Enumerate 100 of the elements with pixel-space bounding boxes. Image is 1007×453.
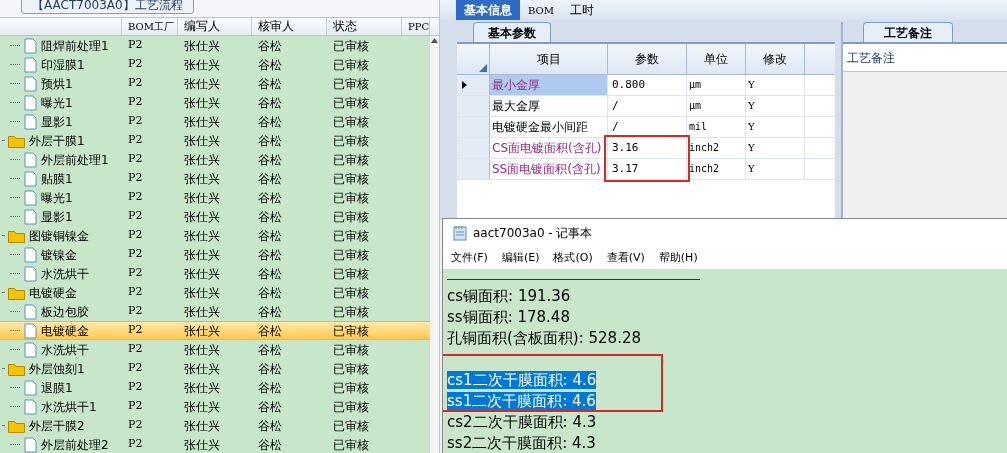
table-cell-text: 3.16: [611, 141, 639, 154]
tree-row[interactable]: 电镀硬金 P2 张仕兴 谷松 已审核: [0, 283, 430, 302]
tab[interactable]: 基本信息: [456, 0, 520, 20]
table-cell-text: 已审核: [332, 56, 370, 74]
tree-row[interactable]: 水洗烘干1 P2 张仕兴 谷松 已审核: [0, 397, 430, 416]
tree-row[interactable]: 贴膜1 P2 张仕兴 谷松 已审核: [0, 169, 430, 188]
node-label: 板边包胶: [41, 303, 89, 321]
tab[interactable]: BOM: [520, 0, 562, 20]
column-header[interactable]: 参数: [608, 44, 687, 74]
table-cell: Y: [746, 75, 805, 95]
scroll-up-icon[interactable]: [431, 38, 438, 43]
table-cell-text: /: [611, 120, 619, 133]
node-label: 显影1: [41, 113, 73, 131]
panel-tab[interactable]: 基本参数: [473, 22, 551, 42]
tree-row[interactable]: 显影1 P2 张仕兴 谷松 已审核: [0, 207, 430, 226]
node-label: 水洗烘干: [41, 265, 89, 283]
table-cell-text: 张仕兴: [183, 208, 221, 226]
tree-row[interactable]: 水洗烘干 P2 张仕兴 谷松 已审核: [0, 340, 430, 359]
table-cell-text: 张仕兴: [183, 113, 221, 131]
node-label: 水洗烘干: [41, 341, 89, 359]
table-cell-text: 张仕兴: [183, 37, 221, 55]
table-cell-text: 张仕兴: [183, 265, 221, 283]
table-cell-text: P2: [127, 265, 144, 282]
notes-area[interactable]: [843, 72, 1007, 220]
table-cell-text: P2: [127, 303, 144, 320]
table-cell: 最大金厚: [490, 96, 608, 116]
column-header[interactable]: 核审人: [252, 18, 327, 35]
table-cell-text: 谷松: [257, 265, 283, 283]
table-cell-text: 张仕兴: [183, 132, 221, 150]
node-label: 电镀硬金: [29, 284, 77, 302]
tree-row[interactable]: 外层干膜2 P2 张仕兴 谷松 已审核: [0, 416, 430, 435]
table-cell-text: P2: [127, 284, 144, 301]
tree-row[interactable]: 退膜1 P2 张仕兴 谷松 已审核: [0, 378, 430, 397]
table-cell-text: 谷松: [257, 75, 283, 93]
table-cell-text: 谷松: [257, 398, 283, 416]
row-header[interactable]: [457, 75, 490, 95]
text-line: cs铜面积: 191.36: [447, 287, 571, 305]
tree-row[interactable]: 预烘1 P2 张仕兴 谷松 已审核: [0, 74, 430, 93]
tree-row[interactable]: 显影1 P2 张仕兴 谷松 已审核: [0, 112, 430, 131]
column-header[interactable]: 单位: [687, 44, 746, 74]
table-cell-text: 谷松: [257, 417, 283, 435]
table-cell-text: 已审核: [332, 265, 370, 283]
table-cell: CS面电镀面积(含孔): [490, 138, 608, 158]
column-header[interactable]: 状态: [327, 18, 402, 35]
table-cell-text: P2: [127, 94, 144, 111]
menu-item[interactable]: 帮助(H): [658, 249, 698, 267]
notes-label: 工艺备注: [846, 51, 895, 65]
panel-tab[interactable]: 工艺备注: [863, 22, 953, 42]
table-cell-text: 谷松: [257, 284, 283, 302]
table-cell-text: P2: [127, 37, 144, 54]
tree-row[interactable]: 镀镍金 P2 张仕兴 谷松 已审核: [0, 245, 430, 264]
node-label: 预烘1: [41, 75, 73, 93]
table-cell-text: 3.17: [611, 162, 639, 175]
file-icon: [24, 246, 37, 263]
text-line: ss铜面积: 178.48: [447, 308, 570, 326]
menu-item[interactable]: 查看(V): [606, 249, 645, 267]
table-cell-text: 谷松: [257, 151, 283, 169]
column-header[interactable]: 编写人: [178, 18, 252, 35]
table-cell-text: P2: [127, 360, 144, 377]
tree-row[interactable]: 印湿膜1 P2 张仕兴 谷松 已审核: [0, 55, 430, 74]
file-icon: [24, 436, 37, 453]
table-cell-text: 张仕兴: [183, 151, 221, 169]
menu-item[interactable]: 文件(F): [451, 249, 488, 267]
text-line: 孔铜面积(含板面积): 528.28: [447, 329, 641, 347]
tab[interactable]: 工时: [562, 0, 602, 20]
tree-row[interactable]: 曝光1 P2 张仕兴 谷松 已审核: [0, 93, 430, 112]
node-label: 外层干膜2: [29, 417, 85, 435]
table-cell-text: P2: [127, 189, 144, 206]
column-header[interactable]: PPC: [402, 18, 430, 35]
column-header[interactable]: BOM工厂: [122, 18, 178, 35]
column-header[interactable]: 修改: [746, 44, 805, 74]
tree-row[interactable]: 外层前处理1 P2 张仕兴 谷松 已审核: [0, 150, 430, 169]
menu-item[interactable]: 编辑(E): [501, 249, 540, 267]
tree-row[interactable]: 曝光1 P2 张仕兴 谷松 已审核: [0, 188, 430, 207]
text-line: ss2二次干膜面积: 4.3: [447, 434, 596, 452]
table-cell-text: 已审核: [332, 132, 370, 150]
tree-row[interactable]: 外层蚀刻1 P2 张仕兴 谷松 已审核: [0, 359, 430, 378]
table-cell: μm: [687, 96, 746, 116]
tree-row[interactable]: 图镀铜镍金 P2 张仕兴 谷松 已审核: [0, 226, 430, 245]
current-row-icon: [462, 81, 467, 89]
file-icon: [24, 398, 37, 415]
table-cell-text: 已审核: [332, 227, 370, 245]
table-cell-text: 已审核: [332, 94, 370, 112]
tree-row[interactable]: 外层前处理2 P2 张仕兴 谷松 已审核: [0, 435, 430, 453]
tree-row[interactable]: 水洗烘干 P2 张仕兴 谷松 已审核: [0, 264, 430, 283]
file-icon: [24, 94, 37, 111]
table-cell: Y: [746, 96, 805, 116]
tree-row[interactable]: 外层干膜1 P2 张仕兴 谷松 已审核: [0, 131, 430, 150]
corner-icon: [479, 64, 487, 72]
tree-row[interactable]: 板边包胶 P2 张仕兴 谷松 已审核: [0, 302, 430, 321]
table-cell-text: 谷松: [257, 170, 283, 188]
table-cell-text: P2: [127, 170, 144, 187]
column-header[interactable]: 项目: [490, 44, 608, 74]
tree-row[interactable]: 阻焊前处理1 P2 张仕兴 谷松 已审核: [0, 36, 430, 55]
menu-item[interactable]: 格式(O): [553, 249, 593, 267]
table-cell-text: 张仕兴: [183, 360, 221, 378]
table-cell-text: 谷松: [257, 189, 283, 207]
folder-icon: [8, 285, 25, 300]
tree-row[interactable]: 电镀硬金 P2 张仕兴 谷松 已审核: [0, 321, 430, 340]
node-label: 电镀硬金: [41, 322, 89, 340]
